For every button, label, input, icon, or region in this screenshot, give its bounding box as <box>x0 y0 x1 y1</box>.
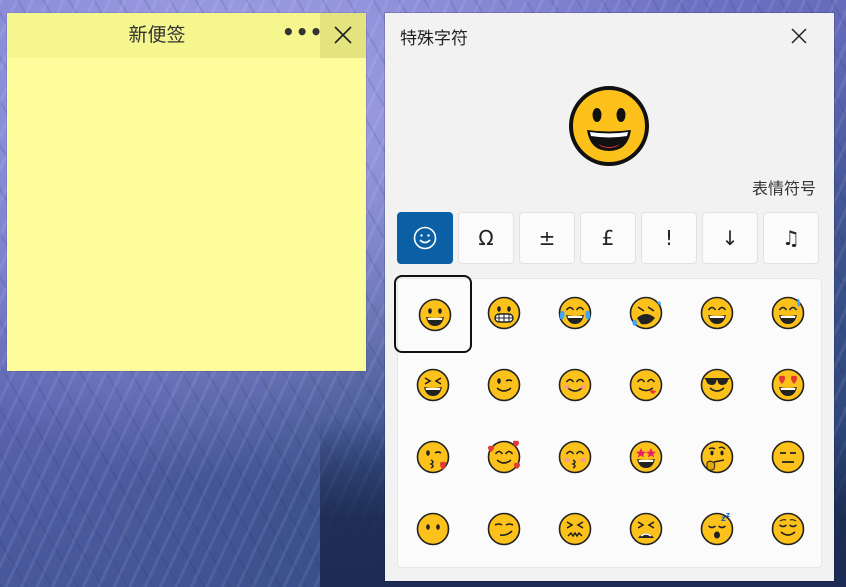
tired-face-icon <box>629 512 663 546</box>
tab-arrows[interactable]: ↓ <box>702 212 758 264</box>
sticky-note-window: 新便签 ••• <box>7 13 366 371</box>
smiley-icon <box>413 226 437 250</box>
face-without-mouth-icon <box>416 512 450 546</box>
svg-text:z: z <box>726 512 730 519</box>
panel-close-button[interactable] <box>784 21 814 51</box>
emoji-cell[interactable] <box>536 491 614 569</box>
emoji-cell[interactable] <box>465 347 543 425</box>
face-with-tears-of-joy-icon <box>558 296 592 330</box>
face-blowing-kiss-icon <box>416 440 450 474</box>
category-tabs: Ω ± £ ! ↓ ♫ <box>397 212 822 264</box>
thinking-face-icon <box>700 440 734 474</box>
neutral-face-icon <box>771 440 805 474</box>
smirking-face-icon <box>487 512 521 546</box>
emoji-cell[interactable] <box>678 275 756 353</box>
confounded-face-icon <box>558 512 592 546</box>
tab-emoji[interactable] <box>397 212 453 264</box>
emoji-cell[interactable] <box>749 347 827 425</box>
grinning-face-icon <box>418 298 452 332</box>
smiling-face-with-smiling-eyes-grin-icon <box>700 296 734 330</box>
sleeping-face-icon: zz <box>700 512 734 546</box>
emoji-cell[interactable] <box>394 419 472 497</box>
emoji-panel: 特殊字符 表情符号 Ω ± £ ! ↓ ♫ z z <box>385 13 834 581</box>
kissing-face-with-smiling-eyes-icon <box>558 440 592 474</box>
tab-music[interactable]: ♫ <box>763 212 819 264</box>
emoji-preview <box>568 85 650 167</box>
close-icon <box>334 26 352 44</box>
face-savoring-food-icon <box>629 368 663 402</box>
sticky-note-body[interactable] <box>7 58 366 371</box>
sticky-note-header[interactable]: 新便签 ••• <box>7 13 366 58</box>
smiling-face-icon <box>558 368 592 402</box>
star-struck-icon <box>629 440 663 474</box>
grimacing-face-icon <box>487 296 521 330</box>
grinning-face-with-sweat-icon <box>771 296 805 330</box>
emoji-cell[interactable] <box>749 275 827 353</box>
emoji-cell[interactable] <box>607 419 685 497</box>
emoji-cell[interactable] <box>394 347 472 425</box>
close-icon <box>791 28 807 44</box>
tab-currency[interactable]: £ <box>580 212 636 264</box>
relieved-face-icon <box>771 512 805 546</box>
tab-math[interactable]: ± <box>519 212 575 264</box>
preview-category-name: 表情符号 <box>751 179 816 198</box>
rolling-on-floor-laughing-icon <box>629 296 663 330</box>
emoji-cell[interactable] <box>465 419 543 497</box>
emoji-cell[interactable] <box>465 491 543 569</box>
smiling-face-with-hearts-icon <box>487 440 521 474</box>
emoji-cell[interactable] <box>536 419 614 497</box>
grinning-face-icon <box>569 86 649 166</box>
emoji-grid: zz <box>394 275 822 569</box>
sticky-close-button[interactable] <box>320 13 366 58</box>
winking-face-icon <box>487 368 521 402</box>
emoji-cell[interactable] <box>607 491 685 569</box>
emoji-cell[interactable] <box>394 491 472 569</box>
emoji-cell[interactable] <box>678 419 756 497</box>
panel-title: 特殊字符 <box>400 29 468 49</box>
emoji-cell[interactable] <box>607 347 685 425</box>
emoji-cell[interactable] <box>749 419 827 497</box>
emoji-cell[interactable] <box>678 347 756 425</box>
sticky-note-title: 新便签 <box>128 24 186 46</box>
emoji-cell[interactable] <box>465 275 543 353</box>
emoji-cell[interactable] <box>536 347 614 425</box>
heart-eyes-face-icon <box>771 368 805 402</box>
tab-greek[interactable]: Ω <box>458 212 514 264</box>
emoji-cell[interactable] <box>394 275 472 353</box>
emoji-cell[interactable] <box>749 491 827 569</box>
emoji-cell[interactable] <box>607 275 685 353</box>
smiling-face-with-sunglasses-icon <box>700 368 734 402</box>
emoji-cell[interactable]: zz <box>678 491 756 569</box>
tab-punctuation[interactable]: ! <box>641 212 697 264</box>
more-options-button[interactable]: ••• <box>282 19 322 51</box>
emoji-cell[interactable] <box>536 275 614 353</box>
laughing-squinting-face-icon <box>416 368 450 402</box>
